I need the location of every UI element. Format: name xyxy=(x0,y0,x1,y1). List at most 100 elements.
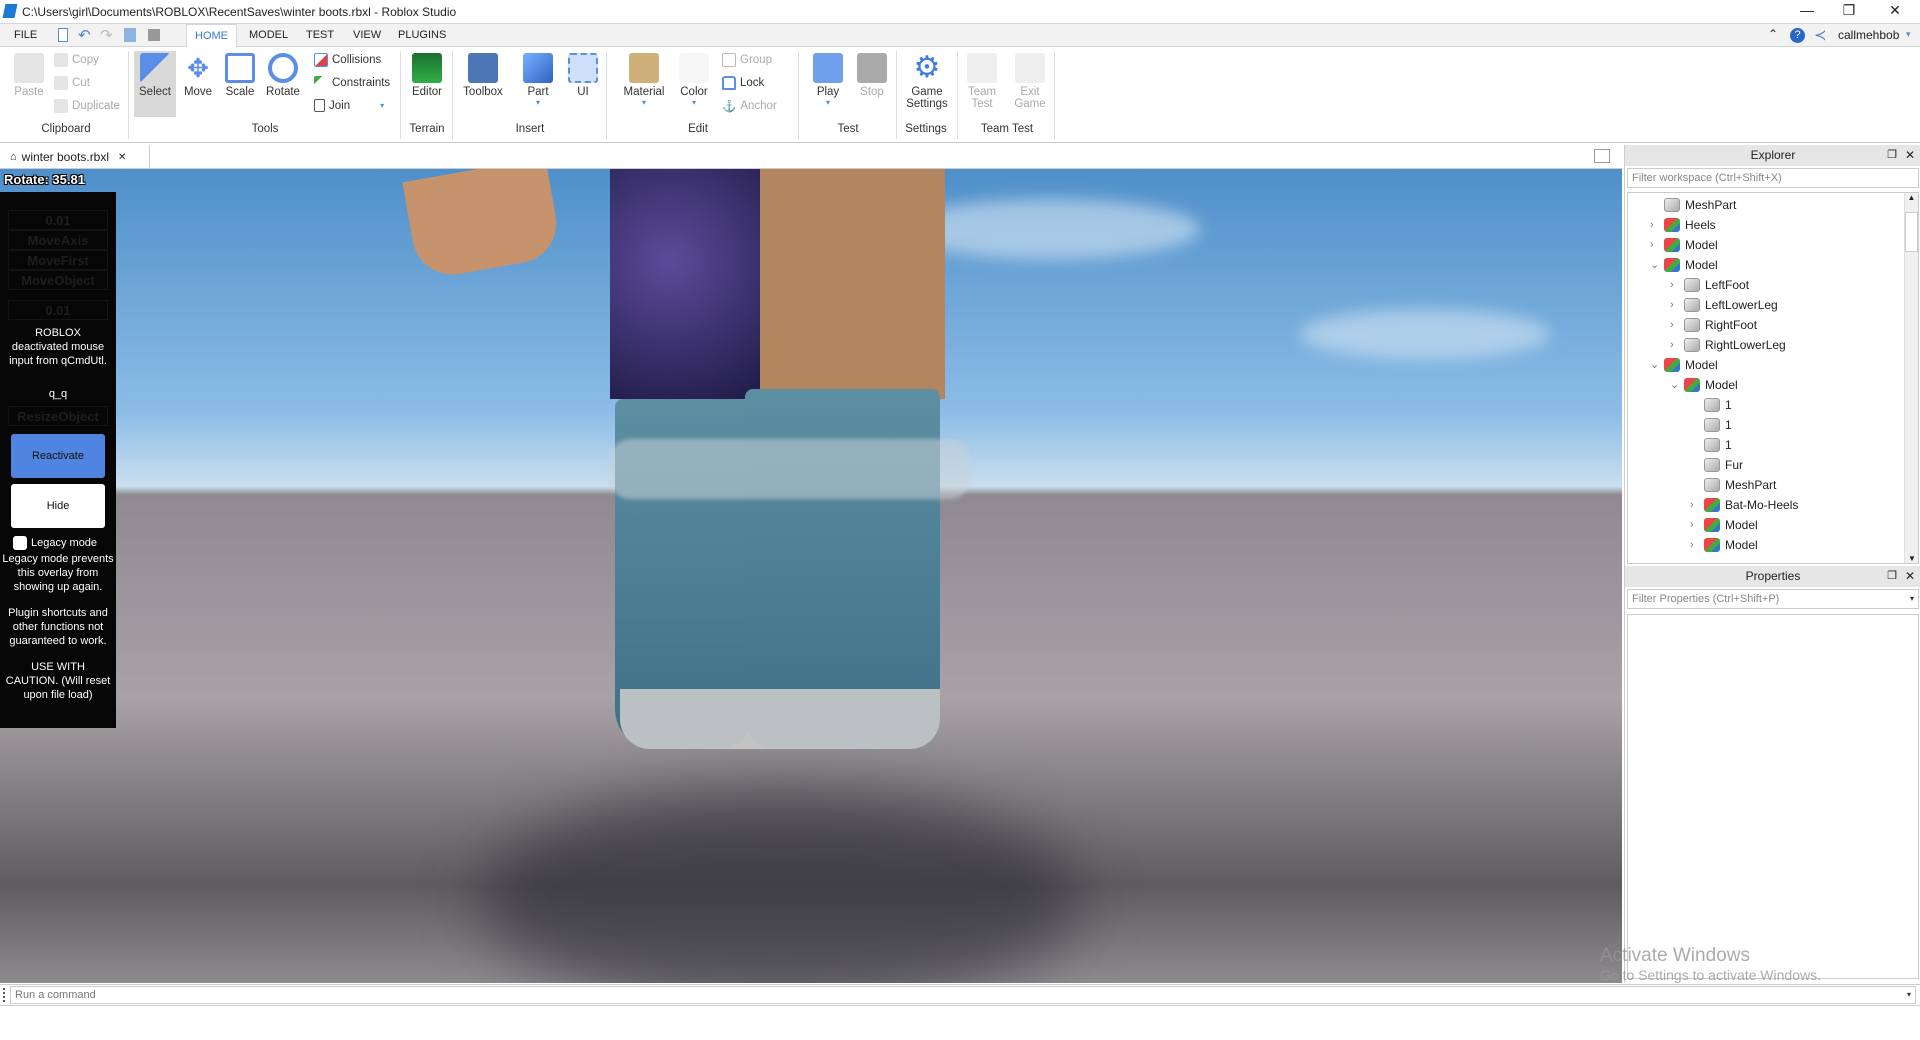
expand-chevron-icon[interactable]: › xyxy=(1670,295,1684,315)
join-toggle[interactable]: Join ▾ xyxy=(314,99,384,112)
tab-home[interactable]: HOME xyxy=(186,24,237,48)
game-settings-button[interactable]: ⚙ Game Settings xyxy=(900,53,954,111)
expand-chevron-icon[interactable]: ⌄ xyxy=(1650,355,1664,375)
tree-item[interactable]: › Model xyxy=(1650,235,1718,255)
expand-chevron-icon[interactable]: › xyxy=(1670,315,1684,335)
doc-tab-close-icon[interactable]: ✕ xyxy=(118,152,126,163)
play-button[interactable]: Play ▾ xyxy=(806,53,850,107)
expand-chevron-icon[interactable]: › xyxy=(1690,535,1704,555)
redo-icon[interactable]: ↷ xyxy=(100,26,113,44)
fullscreen-icon[interactable] xyxy=(1594,149,1610,163)
share-icon[interactable]: ≺ xyxy=(1814,26,1827,44)
part-button[interactable]: Part ▾ xyxy=(518,53,558,107)
color-button[interactable]: Color ▾ xyxy=(674,53,714,107)
join-dropdown-icon[interactable]: ▾ xyxy=(380,101,384,110)
tree-item[interactable]: ⌄ Model xyxy=(1670,375,1738,395)
rotate-button[interactable]: Rotate xyxy=(264,53,302,98)
expand-chevron-icon[interactable]: › xyxy=(1670,275,1684,295)
ui-button[interactable]: UI xyxy=(566,53,600,98)
tree-item[interactable]: 1 xyxy=(1690,395,1732,415)
new-file-icon[interactable] xyxy=(58,28,68,42)
tree-item[interactable]: MeshPart xyxy=(1650,195,1736,215)
3d-viewport[interactable] xyxy=(0,169,1622,983)
exit-game-button[interactable]: Exit Game xyxy=(1010,53,1050,110)
tree-item[interactable]: › RightLowerLeg xyxy=(1670,335,1786,355)
publish-icon[interactable] xyxy=(124,28,136,42)
expand-chevron-icon[interactable]: › xyxy=(1650,235,1664,255)
tree-item[interactable]: 1 xyxy=(1690,415,1732,435)
terrain-editor-button[interactable]: Editor xyxy=(405,53,449,98)
explorer-scrollbar[interactable]: ▲ ▼ xyxy=(1904,193,1918,563)
reactivate-button[interactable]: Reactivate xyxy=(11,434,105,478)
tree-item[interactable]: › LeftFoot xyxy=(1670,275,1749,295)
explorer-close-icon[interactable]: ✕ xyxy=(1905,145,1915,166)
tree-item[interactable]: ⌄ Model xyxy=(1650,255,1718,275)
hide-button[interactable]: Hide xyxy=(11,484,105,528)
material-button[interactable]: Material ▾ xyxy=(618,53,670,107)
properties-close-icon[interactable]: ✕ xyxy=(1905,566,1915,587)
doc-tab-winter-boots[interactable]: ⌂ winter boots.rbxl ✕ xyxy=(0,145,150,169)
dropdown-icon[interactable]: ▾ xyxy=(1910,590,1914,608)
command-dropdown-icon[interactable]: ▾ xyxy=(1907,987,1911,1003)
team-test-button[interactable]: Team Test xyxy=(962,53,1002,110)
tree-item[interactable]: › Model xyxy=(1690,535,1758,555)
tab-plugins[interactable]: PLUGINS xyxy=(390,24,454,47)
expand-chevron-icon[interactable]: › xyxy=(1690,515,1704,535)
user-dropdown-icon[interactable]: ▾ xyxy=(1906,29,1911,40)
user-name[interactable]: callmehbob xyxy=(1838,28,1899,42)
command-input[interactable]: Run a command ▾ xyxy=(10,986,1916,1004)
toolbox-button[interactable]: Toolbox xyxy=(458,53,508,98)
tab-view[interactable]: VIEW xyxy=(345,24,389,47)
tree-item[interactable]: 1 xyxy=(1690,435,1732,455)
group-button[interactable]: Group xyxy=(722,53,772,67)
scale-button[interactable]: Scale xyxy=(222,53,258,98)
color-dropdown-icon[interactable]: ▾ xyxy=(674,98,714,107)
restore-button[interactable]: ❐ xyxy=(1826,0,1872,23)
tree-item[interactable]: ⌄ Model xyxy=(1650,355,1718,375)
paste-button[interactable]: Paste xyxy=(12,53,46,98)
tree-item[interactable]: › Bat-Mo-Heels xyxy=(1690,495,1798,515)
scroll-thumb[interactable] xyxy=(1905,212,1918,252)
collapse-ribbon-icon[interactable]: ⌃ xyxy=(1768,27,1778,41)
cut-button[interactable]: Cut xyxy=(54,76,90,90)
help-icon[interactable]: ? xyxy=(1790,28,1805,43)
tree-item[interactable]: › RightFoot xyxy=(1670,315,1757,335)
tree-item[interactable]: › Heels xyxy=(1650,215,1716,235)
select-button[interactable]: Select xyxy=(134,51,176,117)
constraints-toggle[interactable]: Constraints xyxy=(314,76,390,90)
expand-chevron-icon[interactable]: › xyxy=(1650,215,1664,235)
expand-chevron-icon[interactable]: › xyxy=(1670,335,1684,355)
expand-chevron-icon[interactable]: ⌄ xyxy=(1650,255,1664,275)
duplicate-button[interactable]: Duplicate xyxy=(54,99,120,113)
copy-button[interactable]: Copy xyxy=(54,53,99,67)
explorer-filter-input[interactable]: Filter workspace (Ctrl+Shift+X) xyxy=(1627,168,1919,188)
lock-button[interactable]: Lock xyxy=(722,76,764,90)
undock-icon[interactable]: ❐ xyxy=(1887,145,1897,166)
undock-icon[interactable]: ❐ xyxy=(1887,566,1897,587)
properties-filter-input[interactable]: Filter Properties (Ctrl+Shift+P) ▾ xyxy=(1627,589,1919,609)
scroll-up-icon[interactable]: ▲ xyxy=(1905,193,1918,202)
expand-chevron-icon[interactable]: ⌄ xyxy=(1670,375,1684,395)
undo-icon[interactable]: ↶ xyxy=(78,26,91,44)
play-dropdown-icon[interactable]: ▾ xyxy=(806,98,850,107)
tab-model[interactable]: MODEL xyxy=(241,24,296,47)
tree-item[interactable]: MeshPart xyxy=(1690,475,1776,495)
tree-item[interactable]: › Model xyxy=(1690,515,1758,535)
tab-test[interactable]: TEST xyxy=(298,24,342,47)
part-dropdown-icon[interactable]: ▾ xyxy=(518,98,558,107)
stop-icon[interactable] xyxy=(148,29,160,41)
material-dropdown-icon[interactable]: ▾ xyxy=(618,98,670,107)
minimize-button[interactable]: — xyxy=(1784,0,1830,23)
tree-item[interactable]: › LeftLowerLeg xyxy=(1670,295,1778,315)
scroll-down-icon[interactable]: ▼ xyxy=(1905,554,1919,563)
stop-button[interactable]: Stop xyxy=(852,53,892,98)
close-button[interactable]: ✕ xyxy=(1872,0,1918,23)
move-button[interactable]: ✥ Move xyxy=(180,53,216,98)
ui-frame-icon xyxy=(568,53,598,83)
anchor-button[interactable]: ⚓ Anchor xyxy=(722,99,777,113)
tree-item[interactable]: Fur xyxy=(1690,455,1743,475)
collisions-toggle[interactable]: Collisions xyxy=(314,53,381,67)
file-menu[interactable]: FILE xyxy=(6,24,45,47)
expand-chevron-icon[interactable]: › xyxy=(1690,495,1704,515)
legacy-mode-checkbox[interactable]: Legacy mode xyxy=(13,536,116,550)
